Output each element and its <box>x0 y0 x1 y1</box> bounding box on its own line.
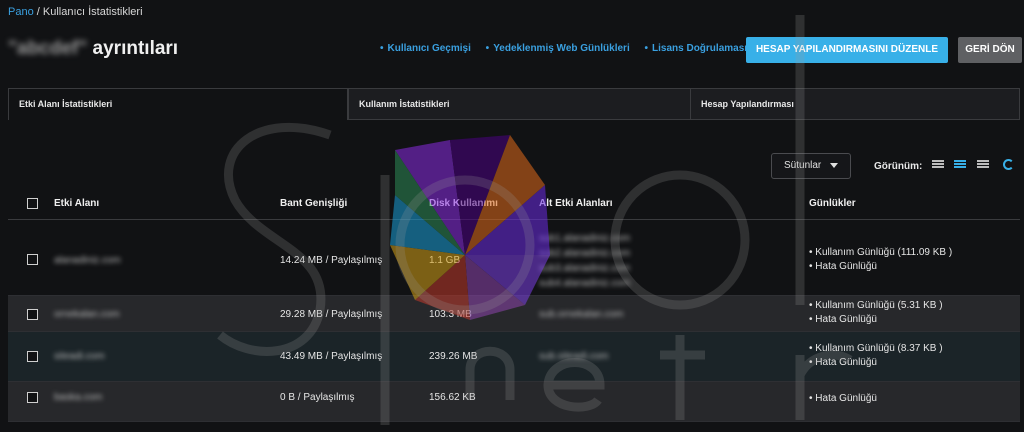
subdomain-item: sub3.alanadiniz.com <box>539 263 631 274</box>
subdomain-item: sub2.alanadiniz.com <box>539 248 631 259</box>
tab-account-config[interactable]: Hesap Yapılandırması <box>690 88 1020 120</box>
table-row: alanadiniz.com 14.24 MB / Paylaşılmış 1.… <box>8 220 1020 296</box>
error-log-link[interactable]: • Hata Günlüğü <box>809 260 952 274</box>
error-log-link[interactable]: • Hata Günlüğü <box>809 356 943 370</box>
breadcrumb-separator: / <box>33 6 43 18</box>
logs-list: • Kullanım Günlüğü (111.09 KB ) • Hata G… <box>809 246 952 274</box>
breadcrumb: Pano / Kullanıcı İstatistikleri <box>8 6 143 18</box>
bandwidth-cell: 14.24 MB / Paylaşılmış <box>280 255 383 266</box>
domain-cell[interactable]: baska.com <box>54 392 102 403</box>
tab-usage-stats[interactable]: Kullanım İstatistikleri <box>348 88 690 120</box>
row-checkbox[interactable] <box>27 351 38 362</box>
bullet-icon: • <box>485 43 490 54</box>
edit-account-config-button[interactable]: HESAP YAPILANDIRMASINI DÜZENLE <box>746 37 948 63</box>
disk-cell: 103.3 MB <box>429 309 472 320</box>
table-row: siteadi.com 43.49 MB / Paylaşılmış 239.2… <box>8 332 1020 382</box>
bandwidth-cell: 43.49 MB / Paylaşılmış <box>280 351 383 362</box>
top-links: • Kullanıcı Geçmişi • Yedeklenmiş Web Günl… <box>380 43 759 54</box>
row-checkbox[interactable] <box>27 392 38 403</box>
logs-list: • Hata Günlüğü <box>809 392 877 406</box>
logs-list: • Kullanım Günlüğü (5.31 KB ) • Hata Gün… <box>809 299 943 327</box>
breadcrumb-home-link[interactable]: Pano <box>8 6 34 18</box>
domain-cell[interactable]: ornekalan.com <box>54 309 120 320</box>
page-title-username: "abcdef" <box>8 38 88 59</box>
table-row: baska.com 0 B / Paylaşılmış 156.62 KB • … <box>8 382 1020 422</box>
disk-cell: 156.62 KB <box>429 392 476 403</box>
column-header-disk[interactable]: Disk Kullanımı <box>429 198 498 209</box>
subdomain-item: sub.siteadi.com <box>539 351 609 362</box>
subdomain-item: sub1.alanadiniz.com <box>539 233 631 244</box>
back-button[interactable]: GERİ DÖN <box>958 37 1022 63</box>
view-label: Görünüm: <box>874 161 923 172</box>
breadcrumb-current: Kullanıcı İstatistikleri <box>42 6 143 18</box>
error-log-link[interactable]: • Hata Günlüğü <box>809 313 943 327</box>
column-header-bandwidth[interactable]: Bant Genişliği <box>280 198 347 209</box>
subdomain-item: sub.ornekalan.com <box>539 309 624 320</box>
columns-dropdown[interactable]: Sütunlar <box>771 153 851 179</box>
tab-domain-stats[interactable]: Etki Alanı İstatistikleri <box>8 88 348 120</box>
caret-down-icon <box>830 163 838 168</box>
disk-cell: 239.26 MB <box>429 351 478 362</box>
bandwidth-cell: 0 B / Paylaşılmış <box>280 392 355 403</box>
columns-dropdown-label: Sütunlar <box>784 160 822 171</box>
page-title-suffix: ayrıntıları <box>87 38 179 59</box>
bullet-icon: • <box>644 43 649 54</box>
table-header: Etki Alanı Bant Genişliği Disk Kullanımı… <box>8 186 1020 220</box>
column-header-logs: Günlükler <box>809 198 856 209</box>
user-history-link[interactable]: Kullanıcı Geçmişi <box>388 43 471 54</box>
refresh-icon[interactable] <box>1003 159 1014 170</box>
tab-bar: Etki Alanı İstatistikleri Kullanım İstat… <box>8 88 1020 120</box>
backup-web-logs-link[interactable]: Yedeklenmiş Web Günlükleri <box>493 43 630 54</box>
bullet-icon: • <box>380 43 384 54</box>
column-header-domain[interactable]: Etki Alanı <box>54 198 99 209</box>
disk-cell: 1.1 GB <box>429 255 461 266</box>
row-checkbox[interactable] <box>27 254 38 265</box>
usage-log-link[interactable]: • Kullanım Günlüğü (8.37 KB ) <box>809 342 943 356</box>
domain-cell[interactable]: siteadi.com <box>54 351 105 362</box>
error-log-link[interactable]: • Hata Günlüğü <box>809 392 877 406</box>
domain-stats-table: Etki Alanı Bant Genişliği Disk Kullanımı… <box>8 186 1020 422</box>
row-checkbox[interactable] <box>27 309 38 320</box>
page-title: "abcdef" ayrıntıları <box>8 38 178 60</box>
bandwidth-cell: 29.28 MB / Paylaşılmış <box>280 309 383 320</box>
subdomain-item: sub4.alanadiniz.com <box>539 278 631 289</box>
usage-log-link[interactable]: • Kullanım Günlüğü (5.31 KB ) <box>809 299 943 313</box>
view-normal-icon[interactable] <box>954 160 966 171</box>
select-all-checkbox[interactable] <box>27 198 38 209</box>
license-verification-link[interactable]: Lisans Doğrulaması <box>652 43 747 54</box>
usage-log-link[interactable]: • Kullanım Günlüğü (111.09 KB ) <box>809 246 952 260</box>
column-header-subdomains[interactable]: Alt Etki Alanları <box>539 198 613 209</box>
table-row: ornekalan.com 29.28 MB / Paylaşılmış 103… <box>8 296 1020 332</box>
logs-list: • Kullanım Günlüğü (8.37 KB ) • Hata Gün… <box>809 342 943 370</box>
view-large-icon[interactable] <box>977 160 989 171</box>
domain-cell[interactable]: alanadiniz.com <box>54 255 121 266</box>
view-compact-icon[interactable] <box>932 160 944 171</box>
